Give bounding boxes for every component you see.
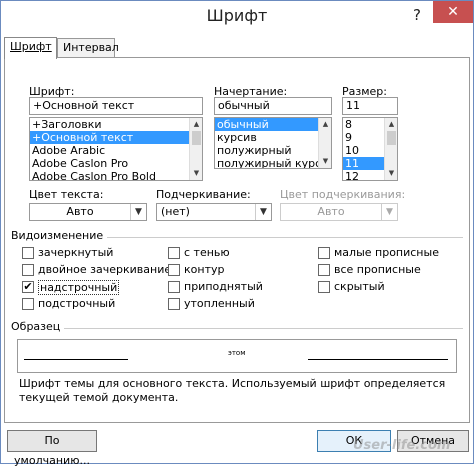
watermark: User-life.com [353, 438, 451, 453]
list-item[interactable]: +Заголовки [30, 118, 202, 131]
preview-box: этом [17, 339, 457, 373]
scroll-thumb[interactable] [387, 131, 396, 145]
font-dialog: Шрифт ? ✕ Шрифт Интервал Шрифт: +Основно… [0, 0, 474, 467]
emboss-checkbox[interactable]: приподнятый [168, 280, 278, 295]
checkbox-label: зачеркнутый [38, 246, 114, 259]
scroll-down-icon[interactable]: ▼ [192, 169, 201, 178]
preview-description: Шрифт темы для основного текста. Использ… [19, 377, 446, 404]
checkbox-box[interactable] [168, 247, 180, 259]
style-list-scrollbar[interactable]: ▲ ▼ [318, 118, 331, 168]
shadow-checkbox[interactable]: с тенью [168, 246, 278, 261]
underline-color-select: Авто ▼ [280, 203, 398, 221]
list-item[interactable]: Adobe Caslon Pro Bold [30, 170, 202, 180]
underline-color-label: Цвет подчеркивания: [280, 188, 406, 201]
font-input[interactable]: +Основной текст [29, 97, 203, 115]
underline-value: (нет) [161, 205, 190, 218]
checkbox-label: приподнятый [184, 280, 263, 293]
chevron-down-icon: ▼ [381, 204, 397, 220]
font-list[interactable]: +Заголовки +Основной текст Adobe Arabic … [29, 117, 203, 181]
tab-spacing[interactable]: Интервал [57, 38, 119, 58]
checkbox-box[interactable] [22, 264, 34, 276]
font-color-value: Авто [66, 205, 94, 218]
preview-title: Образец [11, 320, 65, 333]
list-item-selected[interactable]: +Основной текст [30, 131, 202, 144]
superscript-checkbox[interactable]: ✔ надстрочный [22, 280, 152, 295]
checkbox-label: малые прописные [334, 246, 439, 259]
size-input[interactable]: 11 [342, 97, 398, 115]
scroll-up-icon[interactable]: ▲ [321, 120, 330, 129]
list-item[interactable]: Adobe Caslon Pro [30, 157, 202, 170]
underline-select[interactable]: (нет) ▼ [156, 203, 272, 221]
checkbox-label: надстрочный [38, 280, 120, 295]
effects-title: Видоизменение [11, 229, 108, 242]
strikethrough-checkbox[interactable]: зачеркнутый [22, 246, 152, 261]
size-list[interactable]: 8 9 10 11 12 ▲ ▼ [342, 117, 398, 181]
font-list-scrollbar[interactable]: ▲ ▼ [189, 118, 202, 180]
checkbox-box[interactable] [168, 298, 180, 310]
checkbox-label: скрытый [334, 280, 385, 293]
underline-color-value: Авто [317, 205, 345, 218]
checkmark-icon[interactable]: ✔ [22, 281, 34, 293]
checkbox-box[interactable] [22, 298, 34, 310]
scroll-up-icon[interactable]: ▲ [192, 120, 201, 129]
small-caps-checkbox[interactable]: малые прописные [318, 246, 448, 261]
tab-font[interactable]: Шрифт [4, 37, 57, 59]
checkbox-box[interactable] [318, 264, 330, 276]
chevron-down-icon[interactable]: ▼ [130, 204, 146, 220]
close-button[interactable]: ✕ [433, 1, 473, 23]
engrave-checkbox[interactable]: утопленный [168, 297, 278, 312]
preview-divider [13, 328, 463, 329]
checkbox-label: двойное зачеркивание [38, 263, 172, 276]
scroll-down-icon[interactable]: ▼ [321, 157, 330, 166]
style-list[interactable]: обычный курсив полужирный полужирный кур… [214, 117, 332, 169]
checkbox-label: утопленный [184, 297, 255, 310]
font-color-label: Цвет текста: [29, 188, 104, 201]
all-caps-checkbox[interactable]: все прописные [318, 263, 448, 278]
font-color-select[interactable]: Авто ▼ [29, 203, 147, 221]
double-strikethrough-checkbox[interactable]: двойное зачеркивание [22, 263, 172, 278]
preview-line-left [24, 359, 128, 360]
preview-sample-text: этом [228, 349, 246, 357]
title-bar: Шрифт ? ✕ [1, 1, 473, 33]
list-item[interactable]: курсив [215, 131, 331, 144]
scroll-up-icon[interactable]: ▲ [387, 120, 396, 129]
checkbox-label: все прописные [334, 263, 421, 276]
list-item[interactable]: Adobe Arabic [30, 144, 202, 157]
checkbox-box[interactable] [168, 264, 180, 276]
dialog-title: Шрифт [206, 6, 268, 25]
tab-font-label: Шрифт [10, 40, 52, 53]
checkbox-label: подстрочный [38, 297, 116, 310]
outline-checkbox[interactable]: контур [168, 263, 278, 278]
preview-line-right [308, 359, 448, 360]
checkbox-box[interactable] [168, 281, 180, 293]
list-item-selected[interactable]: обычный [215, 118, 331, 131]
hidden-checkbox[interactable]: скрытый [318, 280, 448, 295]
checkbox-label: контур [184, 263, 225, 276]
subscript-checkbox[interactable]: подстрочный [22, 297, 152, 312]
tab-spacing-label: Интервал [63, 41, 119, 54]
underline-label: Подчеркивание: [156, 188, 251, 201]
style-input[interactable]: обычный [214, 97, 332, 115]
set-default-button[interactable]: По умолчанию... [7, 430, 97, 467]
help-button[interactable]: ? [406, 4, 428, 26]
chevron-down-icon[interactable]: ▼ [255, 204, 271, 220]
scroll-down-icon[interactable]: ▼ [387, 169, 396, 178]
size-list-scrollbar[interactable]: ▲ ▼ [384, 118, 397, 180]
checkbox-box[interactable] [318, 247, 330, 259]
checkbox-box[interactable] [22, 247, 34, 259]
list-item[interactable]: полужирный курсив [215, 157, 331, 168]
list-item[interactable]: полужирный [215, 144, 331, 157]
scroll-thumb[interactable] [192, 131, 201, 145]
checkbox-label: с тенью [184, 246, 230, 259]
checkbox-box[interactable] [318, 281, 330, 293]
